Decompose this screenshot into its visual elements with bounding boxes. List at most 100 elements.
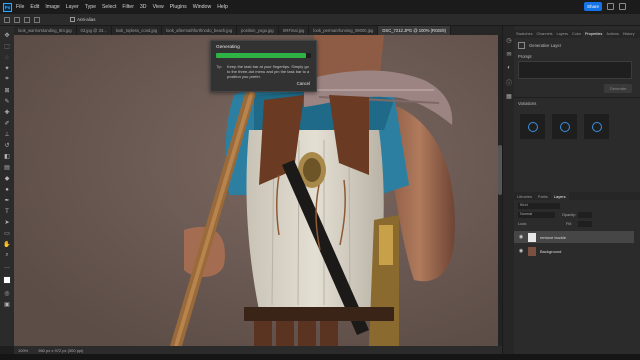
menu-type[interactable]: Type xyxy=(85,4,96,10)
comments-icon[interactable]: ✉ xyxy=(505,50,513,58)
menu-plugins[interactable]: Plugins xyxy=(170,4,187,10)
generate-button[interactable]: Generate xyxy=(604,84,632,93)
clone-stamp-icon[interactable]: ⊥ xyxy=(3,131,11,138)
variation-thumbnail[interactable] xyxy=(584,114,609,139)
new-selection-icon[interactable] xyxy=(14,16,20,23)
hand-tool-icon[interactable]: ✋ xyxy=(3,241,11,248)
dodge-tool-icon[interactable]: ● xyxy=(3,186,11,193)
document-tab[interactable]: SRFinal.jpg xyxy=(279,26,310,35)
properties-panel-tabs: Swatches Channels Layers Color Propertie… xyxy=(514,30,640,38)
rectangle-tool-icon[interactable]: ▭ xyxy=(3,230,11,237)
libraries-icon[interactable]: ▦ xyxy=(505,92,513,100)
document-tab[interactable]: look_permanrfunning_08000.jpg xyxy=(309,26,379,35)
history-icon[interactable]: ◷ xyxy=(505,36,513,44)
info-icon[interactable]: ⓘ xyxy=(505,78,513,87)
magic-wand-icon[interactable]: ✦ xyxy=(3,65,11,72)
eye-icon[interactable]: ◉ xyxy=(518,234,524,240)
progress-bar xyxy=(216,53,311,58)
tab-properties[interactable]: Properties xyxy=(583,30,605,38)
menu-select[interactable]: Select xyxy=(102,4,116,10)
add-selection-icon[interactable] xyxy=(24,16,30,23)
healing-brush-icon[interactable]: ✚ xyxy=(3,109,11,116)
menu-3d[interactable]: 3D xyxy=(140,4,147,10)
adjustments-icon[interactable]: ◐ xyxy=(505,64,513,72)
zoom-level[interactable]: 100% xyxy=(18,348,28,353)
workspace-icon[interactable] xyxy=(619,3,626,10)
layer-name[interactable]: Background xyxy=(540,249,561,254)
path-selection-icon[interactable]: ➤ xyxy=(3,219,11,226)
menu-view[interactable]: View xyxy=(153,4,164,10)
prompt-field[interactable] xyxy=(518,61,632,79)
variation-thumbnail[interactable] xyxy=(520,114,545,139)
document-tab[interactable]: look_aftermathfurthnodo_beach.jpg xyxy=(162,26,238,35)
foreground-color-swatch[interactable] xyxy=(3,276,11,284)
tools-panel: ✥ ⬚ ◌ ✦ ⌗ ⊠ ✎ ✚ ✐ ⊥ ↺ ◧ ▤ ◆ ● ✒ T ➤ ▭ ✋ … xyxy=(0,26,15,346)
photoshop-logo: Ps xyxy=(3,2,12,12)
blur-tool-icon[interactable]: ◆ xyxy=(3,175,11,182)
document-tab[interactable]: position_yoga.jpg xyxy=(237,26,279,35)
tab-color[interactable]: Color xyxy=(570,30,583,38)
tab-layers[interactable]: Layers xyxy=(550,192,569,200)
layer-filter-kind[interactable]: Kind xyxy=(518,203,560,209)
subtract-selection-icon[interactable] xyxy=(34,16,40,23)
share-button[interactable]: Share xyxy=(584,2,602,11)
type-tool-icon[interactable]: T xyxy=(3,208,11,215)
divider xyxy=(514,97,640,98)
menu-image[interactable]: Image xyxy=(45,4,59,10)
document-tab[interactable]: look_warriorstanding_8t4.jpg xyxy=(14,26,77,35)
tab-history[interactable]: History xyxy=(621,30,637,38)
eye-icon[interactable]: ◉ xyxy=(518,248,524,254)
fill-label: Fill: xyxy=(566,222,572,226)
menu-help[interactable]: Help xyxy=(217,4,228,10)
layer-row[interactable]: ◉ Background xyxy=(514,245,634,257)
zoom-tool-icon[interactable]: ⌕ xyxy=(3,252,11,259)
anti-alias-checkbox[interactable] xyxy=(70,17,75,22)
blend-mode-select[interactable]: Normal xyxy=(518,212,555,218)
history-brush-icon[interactable]: ↺ xyxy=(3,142,11,149)
tool-preset-icon[interactable] xyxy=(4,16,10,23)
document-tab[interactable]: look_topless_cond.jpg xyxy=(112,26,163,35)
loading-spinner-icon xyxy=(591,121,602,132)
layers-panel-tabs: Libraries Paths Layers xyxy=(514,192,640,200)
document-tabs: look_warriorstanding_8t4.jpg 03.jpg @ 33… xyxy=(14,26,502,35)
gradient-tool-icon[interactable]: ▤ xyxy=(3,164,11,171)
cancel-button[interactable]: Cancel xyxy=(297,81,310,86)
loading-spinner-icon xyxy=(559,121,570,132)
layer-row[interactable]: ◉ remove buckle xyxy=(514,231,634,243)
layer-name[interactable]: remove buckle xyxy=(540,235,566,240)
eraser-tool-icon[interactable]: ◧ xyxy=(3,153,11,160)
menu-layer[interactable]: Layer xyxy=(66,4,79,10)
fill-field[interactable] xyxy=(578,221,592,227)
marquee-tool-icon[interactable]: ⬚ xyxy=(3,43,11,50)
brush-tool-icon[interactable]: ✐ xyxy=(3,120,11,127)
menu-filter[interactable]: Filter xyxy=(122,4,134,10)
frame-tool-icon[interactable]: ⊠ xyxy=(3,87,11,94)
tab-paths[interactable]: Paths xyxy=(535,192,551,200)
more-tools-icon[interactable]: … xyxy=(3,263,11,270)
search-icon[interactable] xyxy=(607,3,614,10)
menu-edit[interactable]: Edit xyxy=(30,4,39,10)
status-bar: 100% 960 px x 972 px (300 ppi) xyxy=(14,346,502,354)
eyedropper-tool-icon[interactable]: ✎ xyxy=(3,98,11,105)
menu-window[interactable]: Window xyxy=(193,4,211,10)
tab-swatches[interactable]: Swatches xyxy=(514,30,534,38)
tab-layers-top[interactable]: Layers xyxy=(555,30,570,38)
pen-tool-icon[interactable]: ✒ xyxy=(3,197,11,204)
menu-bar: Ps File Edit Image Layer Type Select Fil… xyxy=(0,0,640,14)
tab-actions[interactable]: Actions xyxy=(604,30,620,38)
tab-libraries[interactable]: Libraries xyxy=(514,192,535,200)
crop-tool-icon[interactable]: ⌗ xyxy=(3,76,11,83)
screen-mode-icon[interactable]: ▣ xyxy=(3,301,11,308)
opacity-field[interactable] xyxy=(578,212,592,218)
menu-file[interactable]: File xyxy=(16,4,24,10)
variation-thumbnail[interactable] xyxy=(552,114,577,139)
lasso-tool-icon[interactable]: ◌ xyxy=(3,54,11,61)
document-info[interactable]: 960 px x 972 px (300 ppi) xyxy=(38,348,83,353)
generating-dialog: Generating Tip: Keep the task bar at you… xyxy=(210,40,317,92)
active-document-tab[interactable]: DSC_7212.JPG @ 100% (RGB/8) xyxy=(378,26,451,35)
opacity-label: Opacity: xyxy=(562,213,576,217)
move-tool-icon[interactable]: ✥ xyxy=(3,32,11,39)
tab-channels[interactable]: Channels xyxy=(534,30,554,38)
document-tab[interactable]: 03.jpg @ 33... xyxy=(77,26,112,35)
quick-mask-icon[interactable]: ◎ xyxy=(3,290,11,297)
